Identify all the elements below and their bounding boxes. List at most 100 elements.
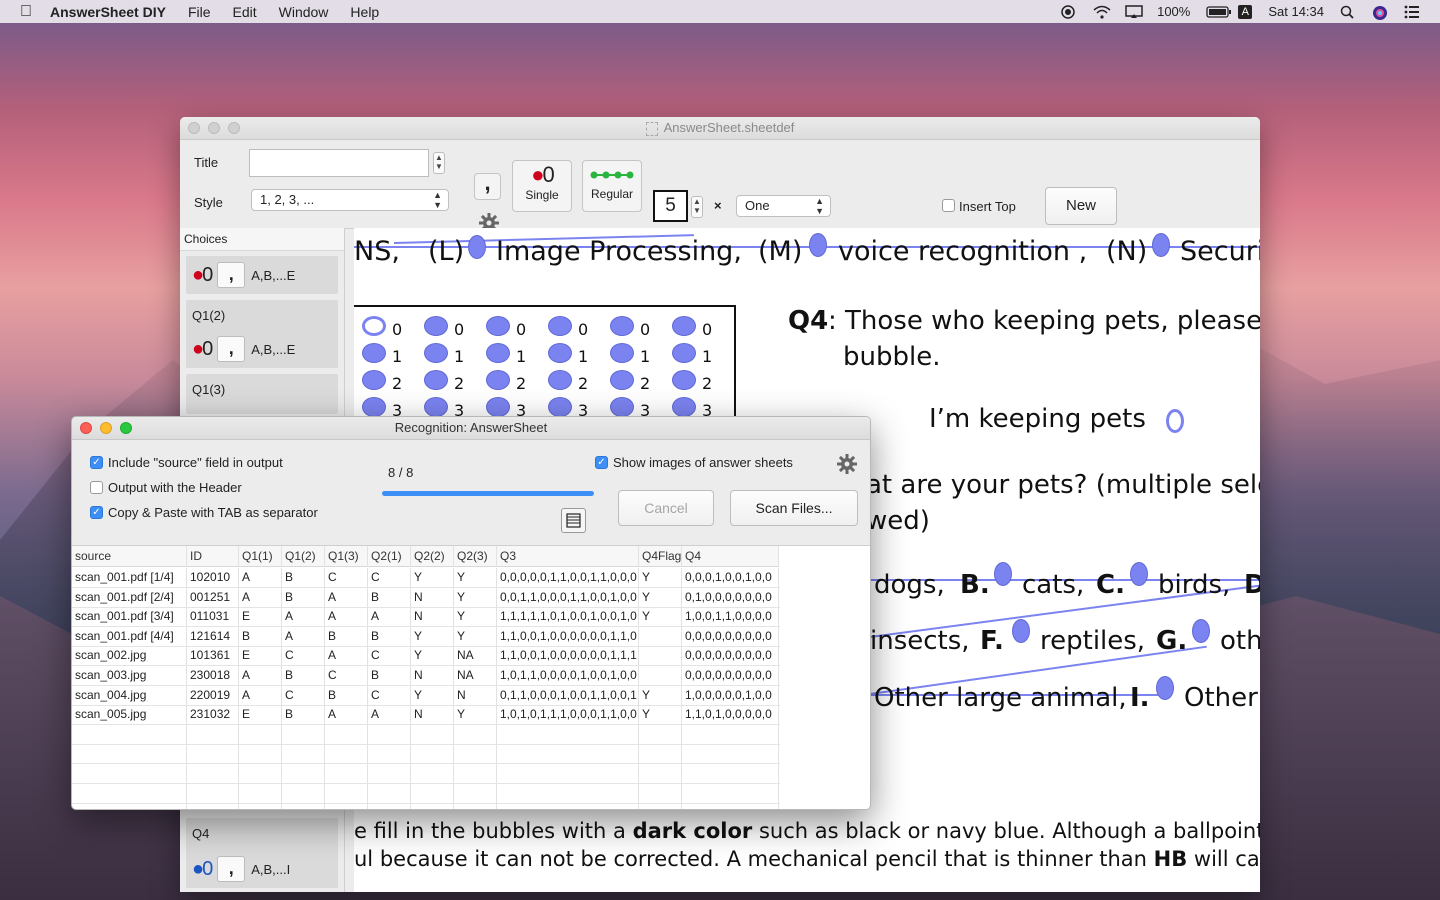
- title-input[interactable]: [249, 149, 429, 177]
- empty-cell[interactable]: [639, 783, 682, 803]
- table-cell[interactable]: Y: [411, 626, 454, 646]
- table-cell[interactable]: Y: [454, 587, 497, 607]
- spotlight-search-icon[interactable]: [1340, 5, 1356, 19]
- table-cell[interactable]: NA: [454, 646, 497, 666]
- choice-item-q4[interactable]: Q4 ●0 , A,B,...I: [186, 818, 338, 888]
- table-cell[interactable]: [639, 666, 682, 685]
- table-cell[interactable]: Y: [639, 705, 682, 725]
- zoom-button[interactable]: [228, 122, 240, 134]
- empty-cell[interactable]: [454, 724, 497, 744]
- empty-cell[interactable]: [239, 783, 282, 803]
- table-cell[interactable]: C: [368, 568, 411, 587]
- table-cell[interactable]: A: [368, 705, 411, 725]
- table-cell[interactable]: B: [325, 626, 368, 646]
- empty-cell[interactable]: [639, 764, 682, 783]
- separator-box[interactable]: ,: [217, 856, 246, 882]
- table-cell[interactable]: scan_002.jpg: [72, 646, 187, 666]
- table-cell[interactable]: 0,0,1,1,0,0,0,1,1,0,0,1,0,0: [497, 587, 639, 607]
- insert-top-checkbox[interactable]: [942, 199, 955, 212]
- table-cell[interactable]: C: [325, 666, 368, 685]
- table-cell[interactable]: B: [282, 666, 325, 685]
- table-cell[interactable]: A: [239, 685, 282, 705]
- empty-cell[interactable]: [368, 764, 411, 783]
- table-cell[interactable]: scan_003.jpg: [72, 666, 187, 685]
- empty-cell[interactable]: [282, 803, 325, 809]
- empty-cell[interactable]: [239, 803, 282, 809]
- choice-item-q1-3[interactable]: Q1(3): [186, 374, 338, 414]
- table-cell[interactable]: C: [325, 568, 368, 587]
- empty-cell[interactable]: [72, 724, 187, 744]
- siri-icon[interactable]: [1372, 5, 1388, 20]
- column-header[interactable]: ID: [187, 546, 239, 567]
- empty-cell[interactable]: [497, 744, 639, 764]
- empty-cell[interactable]: [368, 744, 411, 764]
- column-header[interactable]: Q2(1): [368, 546, 411, 567]
- new-button[interactable]: New: [1045, 187, 1117, 225]
- table-cell[interactable]: 0,1,0,0,0,0,0,0,0: [682, 587, 779, 607]
- empty-cell[interactable]: [497, 724, 639, 744]
- count-input[interactable]: 5: [653, 190, 688, 222]
- table-cell[interactable]: Y: [639, 568, 682, 587]
- single-mark-button[interactable]: ●0 Single: [512, 160, 572, 212]
- empty-cell[interactable]: [325, 803, 368, 809]
- empty-cell[interactable]: [325, 783, 368, 803]
- wifi-icon[interactable]: [1093, 5, 1111, 19]
- empty-cell[interactable]: [497, 803, 639, 809]
- option-tab-separator[interactable]: ✓ Copy & Paste with TAB as separator: [90, 505, 318, 520]
- choice-item[interactable]: ●0 , A,B,...E: [186, 256, 338, 294]
- column-header[interactable]: Q1(1): [239, 546, 282, 567]
- table-cell[interactable]: A: [282, 626, 325, 646]
- table-cell[interactable]: 1,1,0,0,1,0,0,0,0,0,0,1,1,1: [497, 646, 639, 666]
- menu-clock[interactable]: Sat 14:34: [1268, 4, 1324, 19]
- empty-cell[interactable]: [282, 783, 325, 803]
- empty-cell[interactable]: [325, 744, 368, 764]
- table-cell[interactable]: C: [282, 685, 325, 705]
- table-cell[interactable]: Y: [454, 626, 497, 646]
- table-cell[interactable]: B: [282, 705, 325, 725]
- empty-cell[interactable]: [497, 783, 639, 803]
- close-button[interactable]: [188, 122, 200, 134]
- empty-cell[interactable]: [639, 724, 682, 744]
- notification-center-icon[interactable]: [1404, 5, 1420, 19]
- table-cell[interactable]: N: [411, 705, 454, 725]
- empty-cell[interactable]: [239, 724, 282, 744]
- empty-cell[interactable]: [72, 803, 187, 809]
- column-header[interactable]: Q2(2): [411, 546, 454, 567]
- table-cell[interactable]: B: [368, 626, 411, 646]
- empty-cell[interactable]: [187, 803, 239, 809]
- column-header[interactable]: Q4: [682, 546, 779, 567]
- menu-window[interactable]: Window: [279, 4, 329, 20]
- empty-cell[interactable]: [497, 764, 639, 783]
- include-source-checkbox[interactable]: ✓: [90, 456, 103, 469]
- empty-cell[interactable]: [682, 724, 779, 744]
- table-cell[interactable]: [639, 626, 682, 646]
- style-popup[interactable]: 1, 2, 3, ... ▲ ▼: [251, 189, 449, 211]
- table-cell[interactable]: B: [282, 568, 325, 587]
- zoom-button[interactable]: [120, 422, 132, 434]
- option-output-header[interactable]: Output with the Header: [90, 480, 242, 495]
- tab-separator-checkbox[interactable]: ✓: [90, 506, 103, 519]
- empty-cell[interactable]: [454, 783, 497, 803]
- table-cell[interactable]: 0,0,0,0,0,0,0,0,0: [682, 646, 779, 666]
- table-cell[interactable]: 1,1,1,1,1,0,1,0,0,1,0,0,1,0: [497, 607, 639, 627]
- show-images-checkbox[interactable]: ✓: [595, 456, 608, 469]
- empty-cell[interactable]: [454, 744, 497, 764]
- menu-app-name[interactable]: AnswerSheet DIY: [50, 4, 166, 20]
- regular-layout-button[interactable]: Regular: [582, 160, 642, 212]
- empty-cell[interactable]: [411, 744, 454, 764]
- empty-cell[interactable]: [72, 783, 187, 803]
- column-header[interactable]: Q2(3): [454, 546, 497, 567]
- empty-cell[interactable]: [187, 744, 239, 764]
- menu-help[interactable]: Help: [350, 4, 379, 20]
- empty-cell[interactable]: [72, 764, 187, 783]
- table-cell[interactable]: 0,1,1,0,0,0,1,0,0,1,1,0,0,1: [497, 685, 639, 705]
- choice-item-q1-2[interactable]: Q1(2) ●0 , A,B,...E: [186, 300, 338, 368]
- table-cell[interactable]: A: [282, 607, 325, 627]
- table-cell[interactable]: A: [325, 607, 368, 627]
- apple-icon[interactable]: : [20, 3, 36, 20]
- empty-cell[interactable]: [187, 724, 239, 744]
- table-cell[interactable]: Y: [411, 646, 454, 666]
- close-button[interactable]: [80, 422, 92, 434]
- option-include-source[interactable]: ✓ Include "source" field in output: [90, 455, 283, 470]
- table-cell[interactable]: Y: [454, 607, 497, 627]
